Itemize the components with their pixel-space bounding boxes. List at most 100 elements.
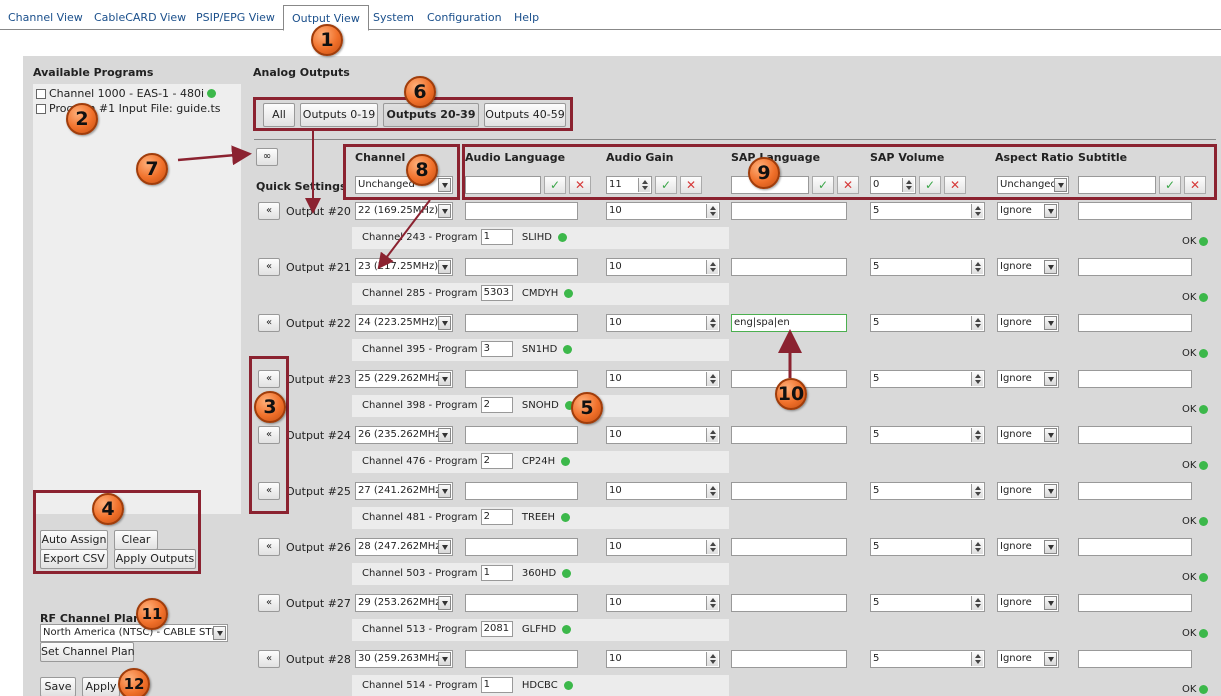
audio-gain-input[interactable]: 10 xyxy=(606,594,720,612)
program-number-input[interactable]: 1 xyxy=(480,229,513,245)
move-program-button[interactable]: « xyxy=(258,314,280,332)
tab-system[interactable]: System xyxy=(373,11,414,24)
program-number-input[interactable]: 2 xyxy=(480,397,513,413)
spinner-icon[interactable] xyxy=(971,596,983,610)
sap-volume-input[interactable]: 5 xyxy=(870,370,985,388)
subtitle-input[interactable] xyxy=(1078,258,1192,276)
link-all-button[interactable]: ∞ xyxy=(256,148,278,166)
spinner-icon[interactable] xyxy=(706,596,718,610)
apply-button[interactable]: Apply xyxy=(82,677,120,696)
program-checkbox[interactable] xyxy=(36,88,46,99)
sap-volume-input[interactable]: 5 xyxy=(870,258,985,276)
audio-language-input[interactable] xyxy=(465,482,578,500)
spinner-icon[interactable] xyxy=(706,484,718,498)
sap-volume-input[interactable]: 5 xyxy=(870,314,985,332)
program-checkbox[interactable] xyxy=(36,103,46,114)
tab-psip-epg-view[interactable]: PSIP/EPG View xyxy=(196,11,275,24)
audio-gain-input[interactable]: 10 xyxy=(606,482,720,500)
spinner-icon[interactable] xyxy=(971,652,983,666)
aspect-ratio-select[interactable]: Ignore xyxy=(997,314,1059,332)
sap-volume-input[interactable]: 5 xyxy=(870,650,985,668)
audio-gain-input[interactable]: 10 xyxy=(606,370,720,388)
audio-language-input[interactable] xyxy=(465,202,578,220)
spinner-icon[interactable] xyxy=(971,484,983,498)
sap-volume-input[interactable]: 5 xyxy=(870,538,985,556)
output-channel-select[interactable]: 29 (253.262MHz) xyxy=(355,594,453,612)
spinner-icon[interactable] xyxy=(971,428,983,442)
move-program-button[interactable]: « xyxy=(258,594,280,612)
audio-gain-input[interactable]: 10 xyxy=(606,314,720,332)
sap-volume-input[interactable]: 5 xyxy=(870,202,985,220)
move-program-button[interactable]: « xyxy=(258,258,280,276)
sap-volume-input[interactable]: 5 xyxy=(870,482,985,500)
sap-volume-input[interactable]: 5 xyxy=(870,594,985,612)
spinner-icon[interactable] xyxy=(971,372,983,386)
output-channel-select[interactable]: 22 (169.25MHz) xyxy=(355,202,453,220)
program-number-input[interactable]: 5303 xyxy=(480,285,513,301)
tab-cablecard-view[interactable]: CableCARD View xyxy=(94,11,186,24)
subtitle-input[interactable] xyxy=(1078,594,1192,612)
tab-channel-view[interactable]: Channel View xyxy=(8,11,83,24)
program-number-input[interactable]: 2 xyxy=(480,453,513,469)
set-channel-plan-button[interactable]: Set Channel Plan xyxy=(40,642,135,662)
audio-language-input[interactable] xyxy=(465,314,578,332)
program-number-input[interactable]: 1 xyxy=(480,677,513,693)
audio-language-input[interactable] xyxy=(465,426,578,444)
audio-gain-input[interactable]: 10 xyxy=(606,258,720,276)
rf-channel-plan-select[interactable]: North America (NTSC) - CABLE STD xyxy=(40,624,228,642)
spinner-icon[interactable] xyxy=(971,316,983,330)
output-channel-select[interactable]: 27 (241.262MHz) xyxy=(355,482,453,500)
audio-language-input[interactable] xyxy=(465,594,578,612)
aspect-ratio-select[interactable]: Ignore xyxy=(997,482,1059,500)
output-channel-select[interactable]: 28 (247.262MHz) xyxy=(355,538,453,556)
output-channel-select[interactable]: 24 (223.25MHz) xyxy=(355,314,453,332)
aspect-ratio-select[interactable]: Ignore xyxy=(997,594,1059,612)
move-program-button[interactable]: « xyxy=(258,650,280,668)
subtitle-input[interactable] xyxy=(1078,426,1192,444)
available-programs-list[interactable]: Channel 1000 - EAS-1 - 480i Program #1 I… xyxy=(33,84,241,514)
audio-gain-input[interactable]: 10 xyxy=(606,202,720,220)
audio-gain-input[interactable]: 10 xyxy=(606,650,720,668)
move-program-button[interactable]: « xyxy=(258,202,280,220)
output-channel-select[interactable]: 25 (229.262MHz) xyxy=(355,370,453,388)
audio-language-input[interactable] xyxy=(465,650,578,668)
sap-language-input[interactable] xyxy=(731,202,847,220)
spinner-icon[interactable] xyxy=(706,428,718,442)
output-channel-select[interactable]: 23 (217.25MHz) xyxy=(355,258,453,276)
audio-language-input[interactable] xyxy=(465,538,578,556)
sap-language-input[interactable]: eng|spa|en xyxy=(731,314,847,332)
audio-gain-input[interactable]: 10 xyxy=(606,426,720,444)
sap-language-input[interactable] xyxy=(731,482,847,500)
aspect-ratio-select[interactable]: Ignore xyxy=(997,202,1059,220)
program-number-input[interactable]: 3 xyxy=(480,341,513,357)
aspect-ratio-select[interactable]: Ignore xyxy=(997,426,1059,444)
audio-language-input[interactable] xyxy=(465,370,578,388)
subtitle-input[interactable] xyxy=(1078,202,1192,220)
program-number-input[interactable]: 2081 xyxy=(480,621,513,637)
aspect-ratio-select[interactable]: Ignore xyxy=(997,538,1059,556)
subtitle-input[interactable] xyxy=(1078,370,1192,388)
program-number-input[interactable]: 1 xyxy=(480,565,513,581)
aspect-ratio-select[interactable]: Ignore xyxy=(997,370,1059,388)
program-item[interactable]: Program #1 Input File: guide.ts xyxy=(36,102,221,115)
move-program-button[interactable]: « xyxy=(258,538,280,556)
sap-language-input[interactable] xyxy=(731,594,847,612)
spinner-icon[interactable] xyxy=(706,316,718,330)
sap-language-input[interactable] xyxy=(731,258,847,276)
subtitle-input[interactable] xyxy=(1078,538,1192,556)
aspect-ratio-select[interactable]: Ignore xyxy=(997,258,1059,276)
spinner-icon[interactable] xyxy=(706,540,718,554)
spinner-icon[interactable] xyxy=(706,652,718,666)
aspect-ratio-select[interactable]: Ignore xyxy=(997,650,1059,668)
spinner-icon[interactable] xyxy=(706,204,718,218)
sap-language-input[interactable] xyxy=(731,538,847,556)
subtitle-input[interactable] xyxy=(1078,482,1192,500)
save-button[interactable]: Save xyxy=(40,677,76,696)
spinner-icon[interactable] xyxy=(971,540,983,554)
output-channel-select[interactable]: 26 (235.262MHz) xyxy=(355,426,453,444)
sap-volume-input[interactable]: 5 xyxy=(870,426,985,444)
sap-language-input[interactable] xyxy=(731,426,847,444)
subtitle-input[interactable] xyxy=(1078,650,1192,668)
spinner-icon[interactable] xyxy=(706,260,718,274)
output-channel-select[interactable]: 30 (259.263MHz) xyxy=(355,650,453,668)
